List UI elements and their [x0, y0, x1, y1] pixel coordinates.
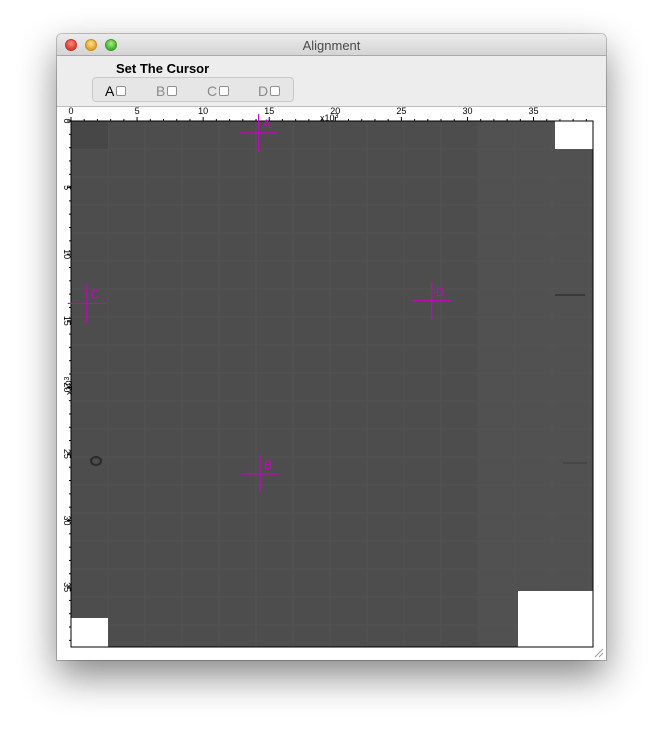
y-tick-label: 15: [62, 316, 72, 326]
y-tick-label: 25: [62, 449, 72, 459]
y-exponent-power: 3: [64, 376, 71, 380]
y-tick-label: 0: [62, 118, 72, 123]
y-tick-label: 10: [62, 249, 72, 259]
cursor-label: C: [91, 287, 100, 301]
cursor-label: D: [436, 285, 445, 299]
cursor-c-checkbox[interactable]: C: [207, 83, 230, 99]
y-tick-label: 30: [62, 515, 72, 525]
resize-grip-icon[interactable]: [593, 647, 604, 658]
x-exponent-power: 3: [335, 113, 339, 120]
corner-blank-bottom-right-upper: [555, 591, 593, 619]
title-bar[interactable]: Alignment: [57, 34, 606, 56]
cursor-d-label: D: [258, 83, 269, 99]
x-tick-label: 35: [529, 107, 539, 116]
y-tick-label: 35: [62, 582, 72, 592]
x-tick-label: 25: [396, 107, 406, 116]
cursor-d-checkbox[interactable]: D: [258, 83, 281, 99]
x-tick-label: 0: [68, 107, 73, 116]
cursor-a-box[interactable]: [116, 86, 127, 96]
corner-blank-bottom-left: [71, 618, 108, 647]
x-tick-label: 5: [135, 107, 140, 116]
cursor-c-box[interactable]: [219, 86, 230, 96]
x-tick-label: 10: [198, 107, 208, 116]
image-plot[interactable]: 0 5 10 15 20 25 30 35 05101520253035 x103 x103 …: [57, 107, 606, 660]
y-tick-label: 5: [62, 185, 72, 190]
cursor-b-checkbox[interactable]: B: [156, 83, 178, 99]
cursor-b-box[interactable]: [167, 86, 178, 96]
mosaic-image: [71, 121, 593, 647]
cursor-a-label: A: [105, 83, 115, 99]
x-exponent-base: x10: [320, 113, 335, 123]
cursor-a-checkbox[interactable]: A: [105, 83, 127, 99]
corner-blank-top-right: [555, 121, 593, 149]
cursor-b-label: B: [156, 83, 166, 99]
window-title: Alignment: [302, 38, 361, 53]
corner-blank-top-left: [71, 121, 108, 149]
x-tick-label: 30: [462, 107, 472, 116]
cursor-label: A: [263, 117, 271, 131]
cursor-c-label: C: [207, 83, 218, 99]
x-tick-label: 15: [264, 107, 274, 116]
image-right-lighter-band: [479, 121, 593, 647]
set-cursor-title: Set The Cursor: [116, 61, 210, 76]
cursor-label: B: [264, 458, 272, 472]
cursor-d-box[interactable]: [270, 86, 281, 96]
cursor-checkbox-group: A B C D: [92, 77, 294, 102]
alignment-window: Alignment Set The Cursor A B C D 0 5 10 …: [57, 34, 606, 660]
image-plot-area: 0 5 10 15 20 25 30 35 0 5 10 15 20 25 30 35 x103 x103 …: [57, 106, 606, 660]
y-exponent-base: x10: [64, 380, 74, 395]
